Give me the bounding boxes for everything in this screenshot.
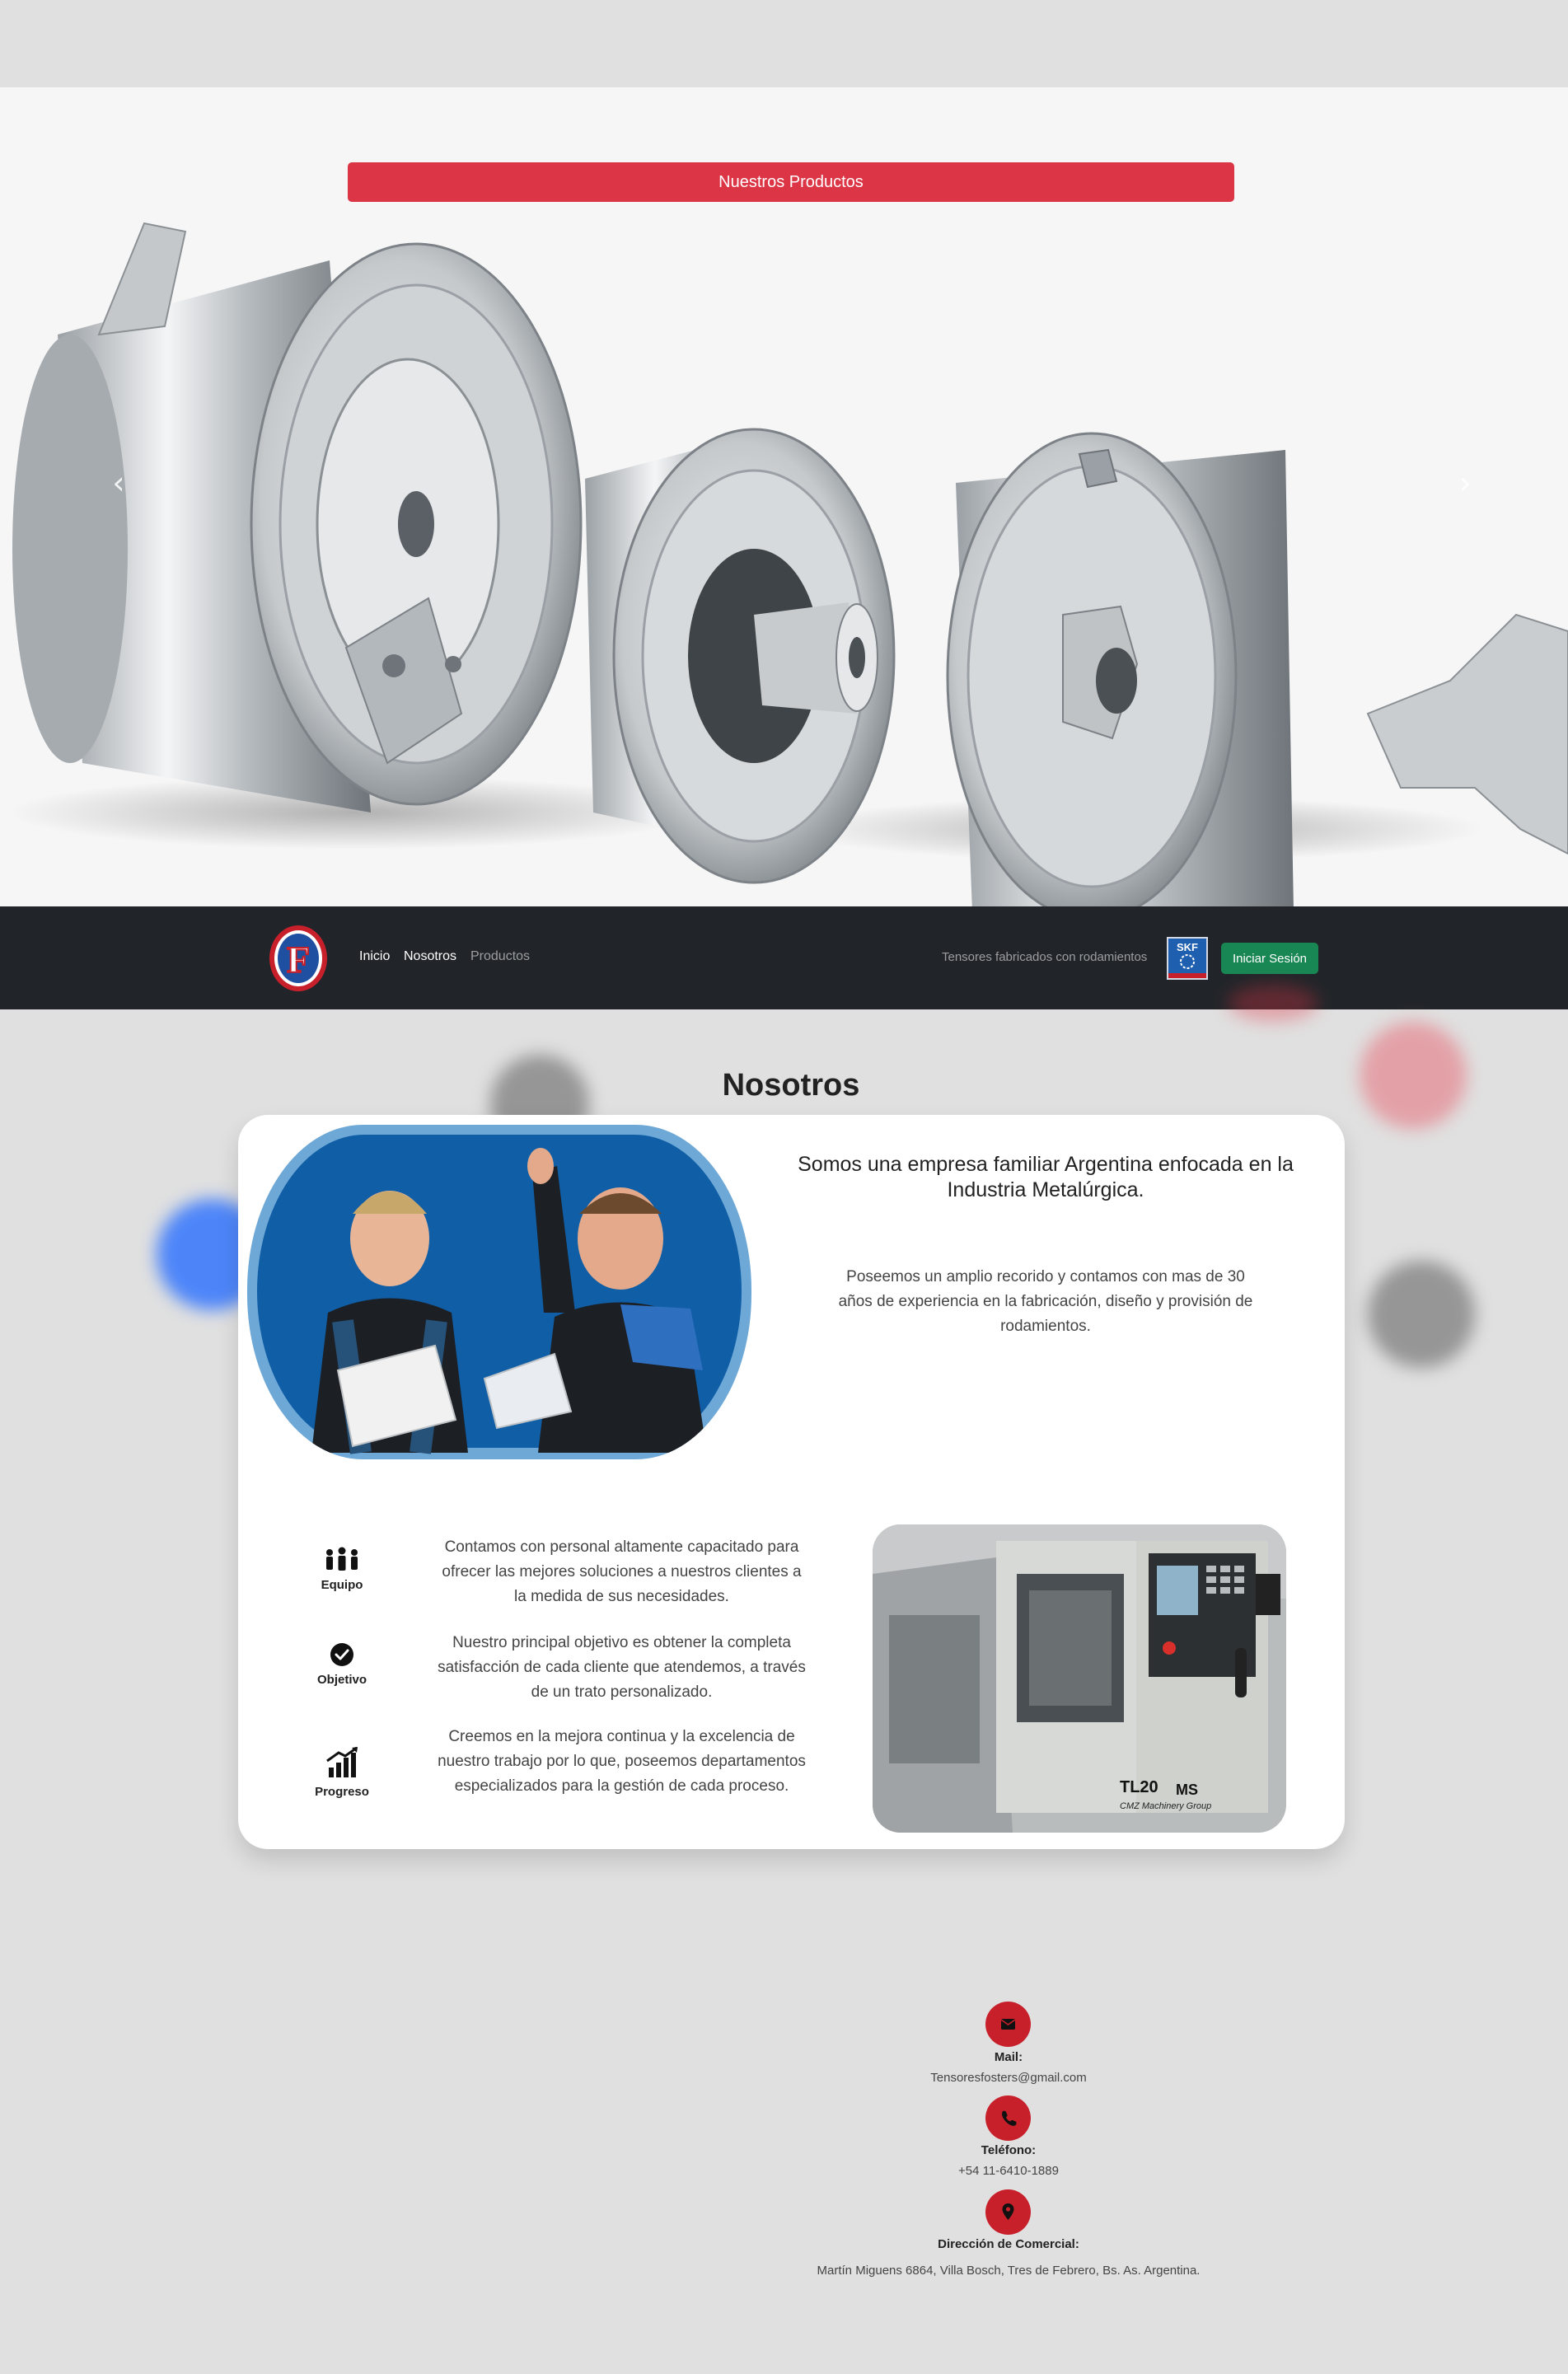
team-icon	[326, 1547, 358, 1571]
main-navbar: F Inicio Nosotros Productos Tensores fab…	[0, 906, 1568, 1009]
machine-series-text: MS	[1176, 1782, 1198, 1798]
about-headline: Somos una empresa familiar Argentina enf…	[798, 1153, 1294, 1201]
carousel-next-icon[interactable]: ›	[1449, 466, 1481, 499]
mail-icon	[1000, 2019, 1016, 2030]
our-products-button[interactable]: Nuestros Productos	[348, 162, 1234, 202]
brand-logo[interactable]: F	[269, 925, 328, 992]
section-title: Nosotros	[722, 1068, 860, 1103]
feature-label-progreso: Progreso	[315, 1785, 369, 1799]
mail-icon-circle[interactable]	[985, 2002, 1031, 2047]
contact-address-value: Martín Miguens 6864, Villa Bosch, Tres d…	[817, 2264, 1201, 2278]
cnc-machine-photo: TL20 MS CMZ Machinery Group	[873, 1524, 1286, 1833]
machine-maker-text: CMZ Machinery Group	[1120, 1801, 1211, 1811]
about-lead: Poseemos un amplio recorido y contamos c…	[838, 1268, 1253, 1335]
phone-icon-circle[interactable]	[985, 2095, 1031, 2141]
feature-label-equipo: Equipo	[321, 1578, 363, 1592]
decor-blob	[1228, 985, 1318, 1022]
feature-text-progreso: Creemos en la mejora continua y la excel…	[438, 1728, 806, 1795]
nav-link-inicio[interactable]: Inicio	[359, 949, 390, 964]
feature-text-equipo: Contamos con personal altamente capacita…	[442, 1538, 802, 1605]
check-circle-icon	[330, 1643, 353, 1666]
team-photo	[247, 1125, 751, 1459]
contact-phone-label: Teléfono:	[981, 2143, 1037, 2157]
hero-carousel: Nuestros Productos ‹ ›	[0, 87, 1568, 906]
skf-badge: SKF	[1167, 937, 1208, 980]
contact-address-label: Dirección de Comercial:	[938, 2237, 1079, 2251]
machine-model-text: TL20	[1120, 1778, 1158, 1796]
growth-chart-icon	[326, 1746, 358, 1777]
top-band	[0, 0, 1568, 87]
about-card: Somos una empresa familiar Argentina enf…	[238, 1115, 1345, 1849]
logo-letter: F	[287, 939, 310, 981]
contact-mail-value[interactable]: Tensoresfosters@gmail.com	[803, 2070, 1215, 2086]
location-pin-icon	[1002, 2203, 1014, 2220]
skf-text: SKF	[1177, 941, 1198, 953]
navbar-tagline: Tensores fabricados con rodamientos	[942, 950, 1148, 964]
nav-link-productos[interactable]: Productos	[470, 949, 530, 964]
contact-phone-value[interactable]: +54 11-6410-1889	[803, 2163, 1215, 2180]
phone-icon	[1002, 2110, 1017, 2126]
decor-blob	[1368, 1261, 1475, 1368]
carousel-prev-icon[interactable]: ‹	[102, 466, 135, 499]
tensioner-products-image	[8, 222, 1568, 906]
feature-label-objetivo: Objetivo	[316, 1673, 367, 1687]
login-button[interactable]: Iniciar Sesión	[1221, 943, 1318, 974]
location-icon-circle[interactable]	[985, 2189, 1031, 2235]
feature-text-objetivo: Nuestro principal objetivo es obtener la…	[438, 1634, 806, 1701]
nav-link-nosotros[interactable]: Nosotros	[404, 949, 456, 964]
contact-mail-label: Mail:	[994, 2050, 1023, 2064]
